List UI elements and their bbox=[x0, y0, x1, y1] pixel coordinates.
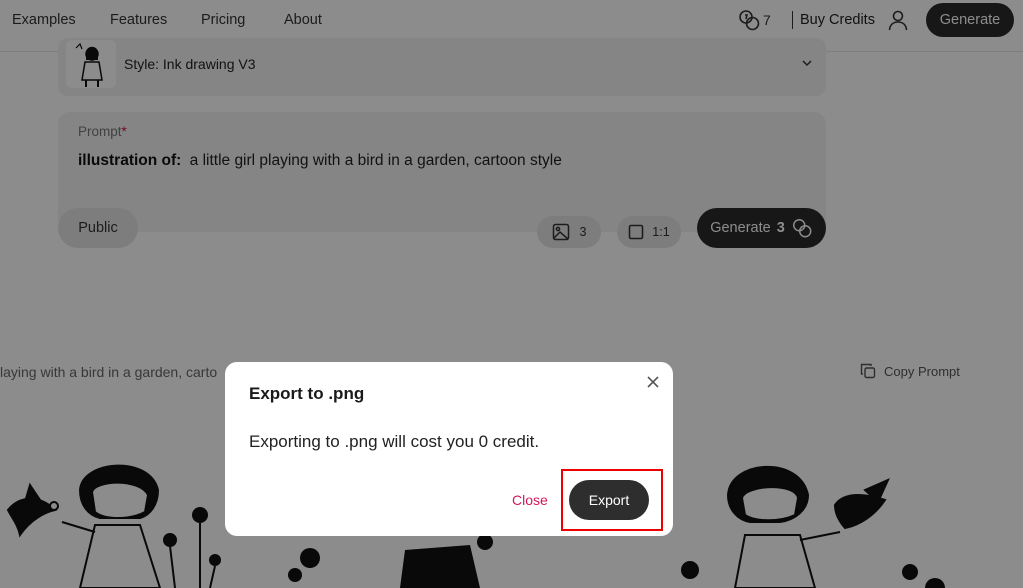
close-icon[interactable] bbox=[645, 374, 661, 390]
dialog-title: Export to .png bbox=[249, 384, 365, 403]
close-button[interactable]: Close bbox=[512, 492, 548, 508]
export-button[interactable]: Export bbox=[569, 480, 649, 520]
export-dialog: Export to .png Exporting to .png will co… bbox=[225, 362, 673, 536]
dialog-message: Exporting to .png will cost you 0 credit… bbox=[249, 432, 540, 451]
